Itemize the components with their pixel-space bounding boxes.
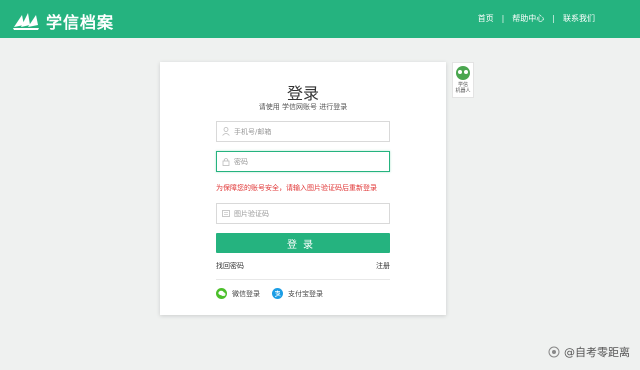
login-title: 登录 (286, 84, 319, 103)
alipay-login[interactable]: 支付宝登录 (272, 288, 323, 299)
alipay-icon (272, 288, 283, 299)
wechat-icon (216, 288, 227, 299)
phone-email-input[interactable]: 手机号/邮箱 (216, 121, 390, 142)
nav-separator: | (501, 14, 505, 23)
captcha-input[interactable]: 图片验证码 (216, 203, 390, 224)
user-icon (222, 127, 230, 136)
login-button[interactable]: 登录 (216, 233, 390, 253)
logo-book-icon (13, 13, 39, 30)
brand-name: 学信档案 (46, 13, 115, 32)
site-logo[interactable]: 学信档案 (12, 9, 114, 33)
lock-icon (222, 157, 230, 166)
nav-separator: | (552, 14, 555, 23)
wechat-login-label: 微信登录 (232, 289, 260, 298)
watermark-text: @自考零距离 (564, 346, 630, 359)
phone-email-placeholder: 手机号/邮箱 (234, 127, 272, 136)
chat-robot-widget[interactable]: 学信 机器人 (452, 62, 474, 98)
register-link[interactable]: 注册 (376, 261, 390, 271)
login-card: 登录 请使用 学信网账号 进行登录 手机号/邮箱 密码 为保障您的账号安全，请输… (160, 62, 446, 315)
security-warning: 为保障您的账号安全，请输入图片验证码后重新登录 (216, 184, 377, 192)
top-bar: 学信档案 首页 | 帮助中心 | 联系我们 (0, 0, 640, 38)
nav-home[interactable]: 首页 (478, 13, 494, 24)
login-subtitle: 请使用 学信网账号 进行登录 (258, 103, 348, 111)
nav-help-center[interactable]: 帮助中心 (512, 13, 544, 24)
robot-avatar-icon (456, 66, 470, 80)
captcha-placeholder: 图片验证码 (234, 209, 269, 218)
watermark-logo-icon (548, 346, 560, 358)
image-icon (222, 209, 230, 218)
wechat-login[interactable]: 微信登录 (216, 288, 260, 299)
robot-label: 学信 机器人 (452, 82, 474, 94)
divider (216, 279, 390, 280)
robot-label-line2: 机器人 (455, 88, 471, 94)
password-input[interactable]: 密码 (216, 151, 390, 172)
password-placeholder: 密码 (234, 157, 248, 166)
alipay-login-label: 支付宝登录 (288, 289, 323, 298)
nav-contact-us[interactable]: 联系我们 (563, 13, 595, 24)
forgot-password-link[interactable]: 找回密码 (216, 261, 244, 271)
watermark: @自考零距离 (548, 344, 630, 360)
top-nav: 首页 | 帮助中心 | 联系我们 (478, 13, 595, 24)
